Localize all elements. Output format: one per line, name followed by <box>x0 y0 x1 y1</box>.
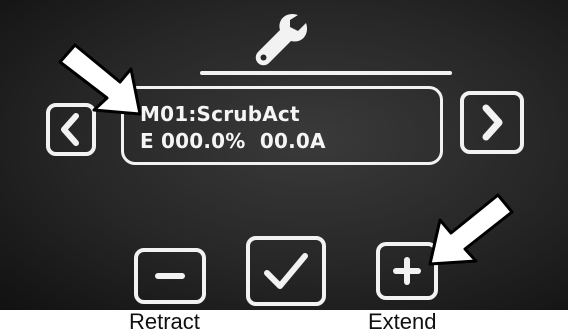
wrench-icon <box>246 8 310 72</box>
minus-icon <box>155 273 185 279</box>
stage: M01:ScrubAct E 000.0% 00.0A Retract Exte… <box>0 0 568 335</box>
header-divider <box>200 71 452 75</box>
next-motor-button[interactable] <box>460 91 524 154</box>
extend-caption: Extend <box>368 309 437 334</box>
retract-button[interactable] <box>134 248 206 304</box>
retract-caption: Retract <box>129 309 200 334</box>
pointer-arrow-icon <box>428 193 514 266</box>
checkmark-icon <box>264 253 308 289</box>
chevron-right-icon <box>482 104 503 141</box>
pointer-arrow-icon <box>58 43 142 116</box>
motor-display: M01:ScrubAct E 000.0% 00.0A <box>121 86 443 165</box>
motor-status: E 000.0% 00.0A <box>140 129 326 153</box>
confirm-button[interactable] <box>246 236 326 306</box>
motor-name: M01:ScrubAct <box>140 102 300 126</box>
